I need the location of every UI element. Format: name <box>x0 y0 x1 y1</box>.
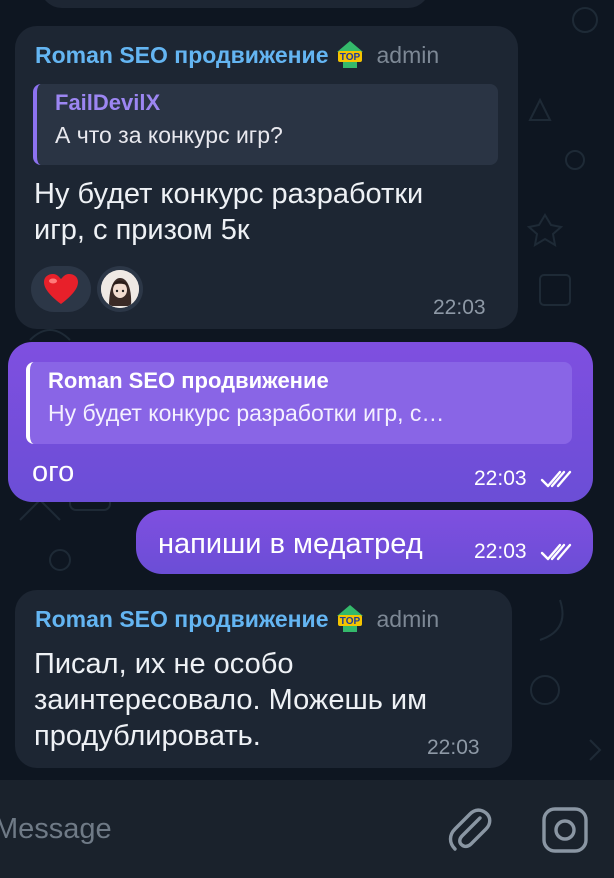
reply-text: Ну будет конкурс разработки игр, с… <box>48 400 445 426</box>
heart-reaction[interactable] <box>31 266 91 312</box>
camera-icon[interactable] <box>540 805 590 855</box>
message-line: Писал, их не особо <box>34 648 294 680</box>
reactions <box>31 266 143 312</box>
message-text: ого <box>32 456 75 488</box>
sender-name[interactable]: Roman SEO продвижение <box>35 606 329 633</box>
previous-message-edge <box>40 0 430 8</box>
message-time: 22:03 <box>427 736 480 759</box>
reply-author: Roman SEO продвижение <box>48 368 329 393</box>
message-time: 22:03 <box>474 467 527 490</box>
reply-author: FailDevilX <box>55 90 161 115</box>
double-check-icon <box>541 471 572 488</box>
admin-role-label: admin <box>376 605 440 632</box>
incoming-message[interactable]: Roman SEO продвижение TOP admin FailDevi… <box>15 26 518 329</box>
reply-preview[interactable]: FailDevilX А что за конкурс игр? <box>33 84 498 165</box>
message-time-row: 22:03 <box>474 540 574 564</box>
avatar-image-icon <box>101 270 139 308</box>
top-badge-icon: TOP <box>336 41 363 68</box>
paperclip-icon[interactable] <box>444 804 496 856</box>
message-line: Ну будет конкурс разработки <box>34 178 424 210</box>
message-line: заинтересовало. Можешь им <box>34 684 428 716</box>
double-check-icon <box>541 544 572 561</box>
reply-text: А что за конкурс игр? <box>55 122 283 148</box>
sender-name[interactable]: Roman SEO продвижение <box>35 42 329 69</box>
user-avatar <box>101 270 139 308</box>
message-text: Писал, их не особо заинтересовало. Можеш… <box>34 646 427 754</box>
message-time-row: 22:03 <box>474 467 574 491</box>
message-line: продублировать. <box>34 720 261 752</box>
message-time: 22:03 <box>433 296 486 319</box>
message-line: игр, с призом 5к <box>34 214 250 246</box>
message-time: 22:03 <box>474 540 527 563</box>
message-input[interactable]: Message <box>0 813 112 846</box>
reply-preview[interactable]: Roman SEO продвижение Ну будет конкурс р… <box>26 362 572 444</box>
message-text: напиши в медатред <box>158 528 423 560</box>
heart-emoji-icon <box>44 274 78 304</box>
reaction-avatar-wrapper[interactable] <box>97 266 143 312</box>
svg-text:TOP: TOP <box>339 616 360 627</box>
incoming-message[interactable]: Roman SEO продвижение TOP admin Писал, и… <box>15 590 512 768</box>
outgoing-message[interactable]: напиши в медатред 22:03 <box>136 510 593 574</box>
top-badge-icon: TOP <box>336 605 363 632</box>
message-composer: Message <box>0 780 614 878</box>
message-text: Ну будет конкурс разработки игр, с призо… <box>34 176 423 248</box>
svg-text:TOP: TOP <box>339 52 360 63</box>
outgoing-message[interactable]: Roman SEO продвижение Ну будет конкурс р… <box>8 342 593 502</box>
admin-role-label: admin <box>376 41 440 68</box>
